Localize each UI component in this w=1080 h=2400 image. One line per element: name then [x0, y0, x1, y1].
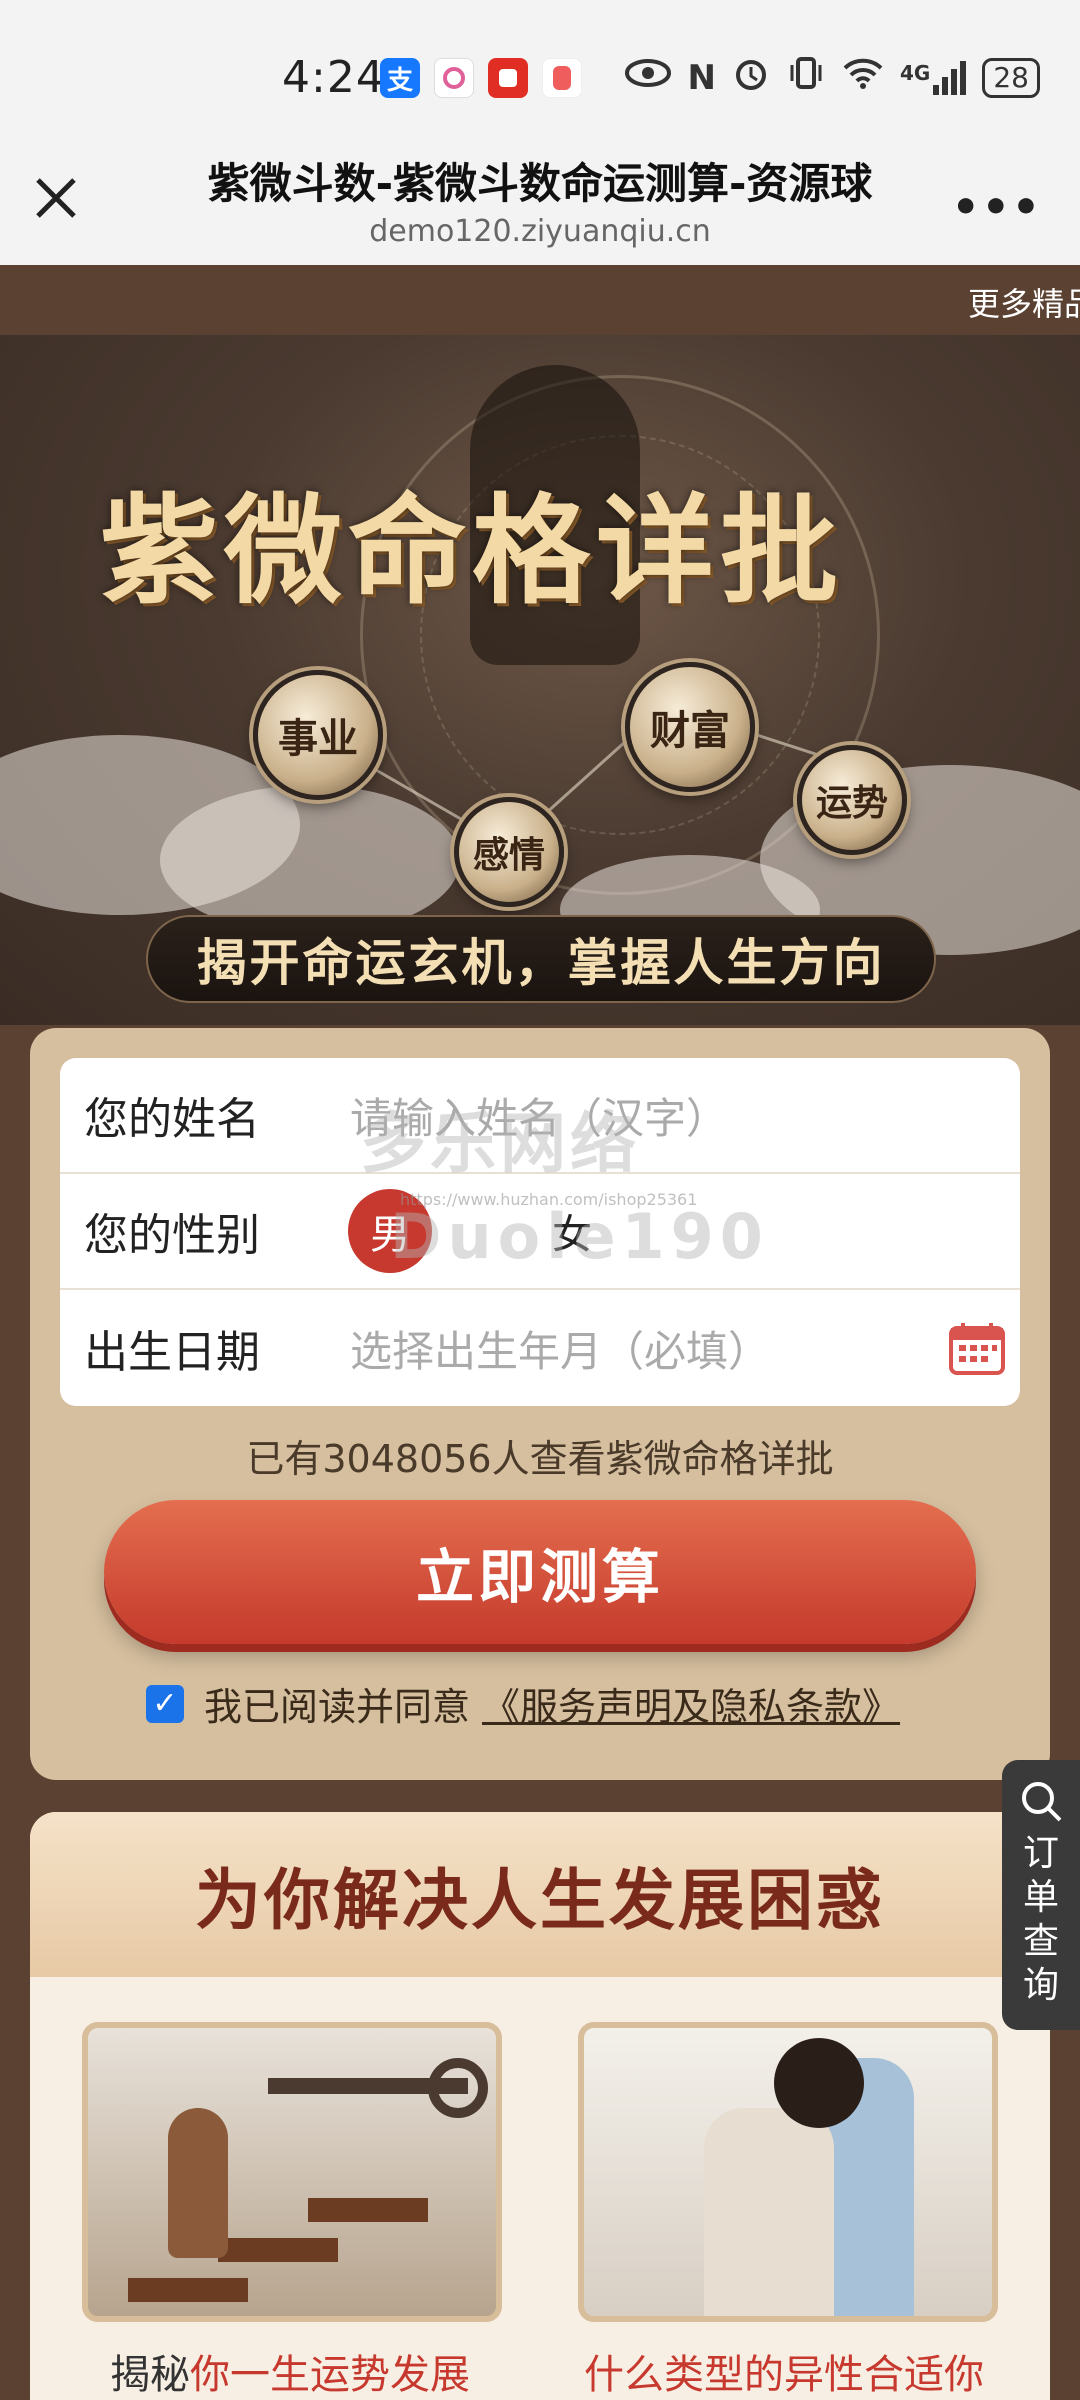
order-query-button[interactable]: 订单查询 [1002, 1760, 1080, 2030]
alipay-icon: 支 [380, 58, 420, 98]
birth-label: 出生日期 [84, 1327, 260, 1378]
page-title: 紫微斗数-紫微斗数命运测算-资源球 [207, 159, 873, 208]
calendar-icon[interactable] [948, 1320, 1006, 1376]
career-caption-highlight: 你一生运势发展 [190, 2352, 470, 2398]
birth-row: 出生日期 选择出生年月（必填） [60, 1290, 1020, 1406]
gender-label: 您的性别 [84, 1210, 260, 1261]
close-button[interactable] [28, 170, 84, 226]
stair-step [308, 2198, 428, 2222]
pinduoduo-icon [488, 58, 528, 98]
cloud-decoration [160, 785, 460, 935]
climbing-figure [168, 2108, 228, 2258]
red-app-icon [542, 58, 582, 98]
announcement-marquee: 更多精品 [0, 265, 1080, 335]
career-caption-prefix: 揭秘 [110, 2352, 190, 2398]
orb-love: 感情 [454, 797, 564, 907]
signal-icon: 4G [900, 60, 967, 95]
nfc-icon: N [687, 57, 717, 98]
fortune-form-card: 您的姓名 请输入姓名（汉字） 您的性别 男 女 出生日期 选择出生年月（必填） … [30, 1028, 1050, 1780]
privacy-terms-link[interactable]: 《服务声明及隐私条款》 [482, 1676, 900, 1731]
form-fields: 您的姓名 请输入姓名（汉字） 您的性别 男 女 出生日期 选择出生年月（必填） [60, 1058, 1020, 1406]
career-fortune-card[interactable] [82, 2022, 502, 2322]
agreement-row: ✓ 我已阅读并同意 《服务声明及隐私条款》 [146, 1676, 900, 1731]
app-icon [434, 58, 474, 98]
more-menu-button[interactable]: ••• [952, 182, 1042, 233]
status-indicators: N 4G 28 [624, 54, 1040, 101]
love-caption: 什么类型的异性合适你 [584, 2352, 984, 2398]
status-time: 4:24 [282, 52, 385, 103]
wifi-icon [842, 56, 884, 99]
search-icon [1022, 1782, 1062, 1822]
career-caption: 揭秘你一生运势发展 [110, 2342, 470, 2400]
eye-icon [624, 57, 672, 98]
close-icon [36, 178, 76, 218]
orb-wealth: 财富 [625, 662, 755, 792]
agree-text: 我已阅读并同意 [204, 1685, 471, 1729]
browser-header: 紫微斗数-紫微斗数命运测算-资源球 demo120.ziyuanqiu.cn •… [0, 130, 1080, 265]
hair-shape [774, 2038, 864, 2128]
stair-step [218, 2238, 338, 2262]
notification-icons: 支 [380, 58, 582, 98]
orb-fortune: 运势 [797, 745, 907, 855]
gender-male-option[interactable]: 男 [348, 1189, 432, 1273]
stair-step [128, 2278, 248, 2302]
banner-title: 紫微命格详批 [100, 481, 845, 620]
info-header: 为你解决人生发展困惑 [30, 1812, 1050, 1977]
name-label: 您的姓名 [84, 1094, 260, 1145]
gender-female-option[interactable]: 女 [530, 1189, 614, 1273]
calculate-button[interactable]: 立即测算 [104, 1500, 976, 1644]
gender-row: 您的性别 男 女 [60, 1174, 1020, 1290]
page-url: demo120.ziyuanqiu.cn [369, 214, 711, 249]
agree-checkbox[interactable]: ✓ [146, 1684, 184, 1723]
banner-slogan: 揭开命运玄机，掌握人生方向 [196, 933, 886, 992]
hero-banner: 紫微命格详批 事业 财富 感情 运势 揭开命运玄机，掌握人生方向 [0, 335, 1080, 1025]
love-match-card[interactable] [578, 2022, 998, 2322]
banner-slogan-plate: 揭开命运玄机，掌握人生方向 [146, 915, 936, 1003]
orb-career: 事业 [253, 670, 383, 800]
birth-date-picker[interactable]: 选择出生年月（必填） [350, 1318, 770, 1379]
status-bar: 4:24 支 N 4G 28 [0, 0, 1080, 130]
network-type: 4G [900, 60, 931, 85]
info-section: 为你解决人生发展困惑 揭秘你一生运势发展 什么类型的异性合适你 [30, 1812, 1050, 2400]
order-query-label: 订单查询 [1022, 1833, 1059, 2006]
name-row: 您的姓名 请输入姓名（汉字） [60, 1058, 1020, 1174]
marquee-text[interactable]: 更多精品 [968, 279, 1080, 325]
vibrate-icon [786, 55, 826, 100]
info-title: 为你解决人生发展困惑 [195, 1861, 885, 1939]
alarm-icon [732, 54, 770, 101]
battery-indicator: 28 [982, 57, 1040, 98]
viewer-count: 已有3048056人查看紫微命格详批 [246, 1437, 834, 1481]
key-icon [428, 2058, 488, 2118]
woman-figure [704, 2108, 834, 2316]
name-input[interactable]: 请输入姓名（汉字） [350, 1085, 728, 1146]
